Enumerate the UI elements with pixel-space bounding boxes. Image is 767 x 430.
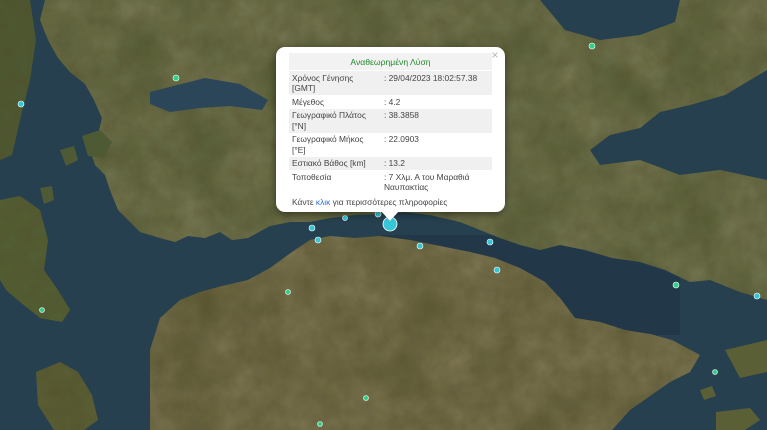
info-value: : 13.2	[381, 156, 492, 171]
popup-pointer	[381, 211, 399, 221]
earthquake-marker[interactable]	[363, 395, 369, 401]
more-info-link[interactable]: κλικ	[316, 197, 330, 207]
info-value: : 38.3858	[381, 108, 492, 133]
earthquake-marker[interactable]	[753, 292, 761, 300]
earthquake-marker[interactable]	[17, 100, 25, 108]
earthquake-marker[interactable]	[416, 242, 424, 250]
more-info-prefix: Κάντε	[292, 197, 314, 208]
info-label: Εστιακό Βάθος [km]	[289, 156, 381, 171]
info-row-depth: Εστιακό Βάθος [km] : 13.2	[289, 156, 492, 171]
info-row-magnitude: Μέγεθος : 4.2	[289, 95, 492, 109]
info-value: : 7 Χλμ. Α του Μαραθιά Ναυπακτίας	[384, 171, 470, 193]
earthquake-marker[interactable]	[486, 238, 494, 246]
earthquake-marker[interactable]	[712, 369, 718, 375]
close-icon[interactable]: ×	[488, 48, 502, 62]
more-info-line: Κάντε κλικ για περισσότερες πληροφορίες	[289, 197, 492, 207]
info-label: Τοποθεσία	[292, 171, 332, 182]
earthquake-marker[interactable]	[314, 236, 322, 244]
earthquake-marker[interactable]	[317, 421, 323, 427]
info-value: : 22.0903	[384, 134, 419, 145]
info-label: Χρόνος Γένησης [GMT]	[289, 71, 381, 95]
earthquake-marker[interactable]	[172, 74, 180, 82]
info-row-location: Τοποθεσία : 7 Χλμ. Α του Μαραθιά Ναυπακτ…	[289, 170, 492, 194]
earthquake-marker[interactable]	[493, 266, 501, 274]
earthquake-marker[interactable]	[342, 215, 348, 221]
info-row-latitude: Γεωγραφικό Πλάτος [°N] : 38.3858	[289, 108, 492, 133]
info-value: : 29/04/2023 18:02:57.38	[381, 71, 492, 95]
more-info-suffix: για περισσότερες πληροφορίες	[332, 197, 448, 208]
popup-title: Αναθεωρημένη Λύση	[289, 53, 492, 70]
info-label: Γεωγραφικό Πλάτος [°N]	[289, 108, 381, 133]
earthquake-marker[interactable]	[39, 307, 45, 313]
earthquake-marker[interactable]	[308, 224, 316, 232]
info-label: Μέγεθος	[292, 96, 324, 107]
earthquake-marker[interactable]	[588, 42, 596, 50]
info-table: Χρόνος Γένησης [GMT] : 29/04/2023 18:02:…	[289, 71, 492, 194]
earthquake-info-popup: × Αναθεωρημένη Λύση Χρόνος Γένησης [GMT]…	[276, 47, 505, 212]
info-value: : 4.2	[384, 96, 401, 107]
earthquake-marker[interactable]	[285, 289, 291, 295]
info-row-longitude: Γεωγραφικό Μήκος [°E] : 22.0903	[289, 133, 492, 157]
info-label: Γεωγραφικό Μήκος [°E]	[292, 134, 364, 155]
info-row-origin-time: Χρόνος Γένησης [GMT] : 29/04/2023 18:02:…	[289, 71, 492, 95]
earthquake-marker[interactable]	[672, 281, 680, 289]
